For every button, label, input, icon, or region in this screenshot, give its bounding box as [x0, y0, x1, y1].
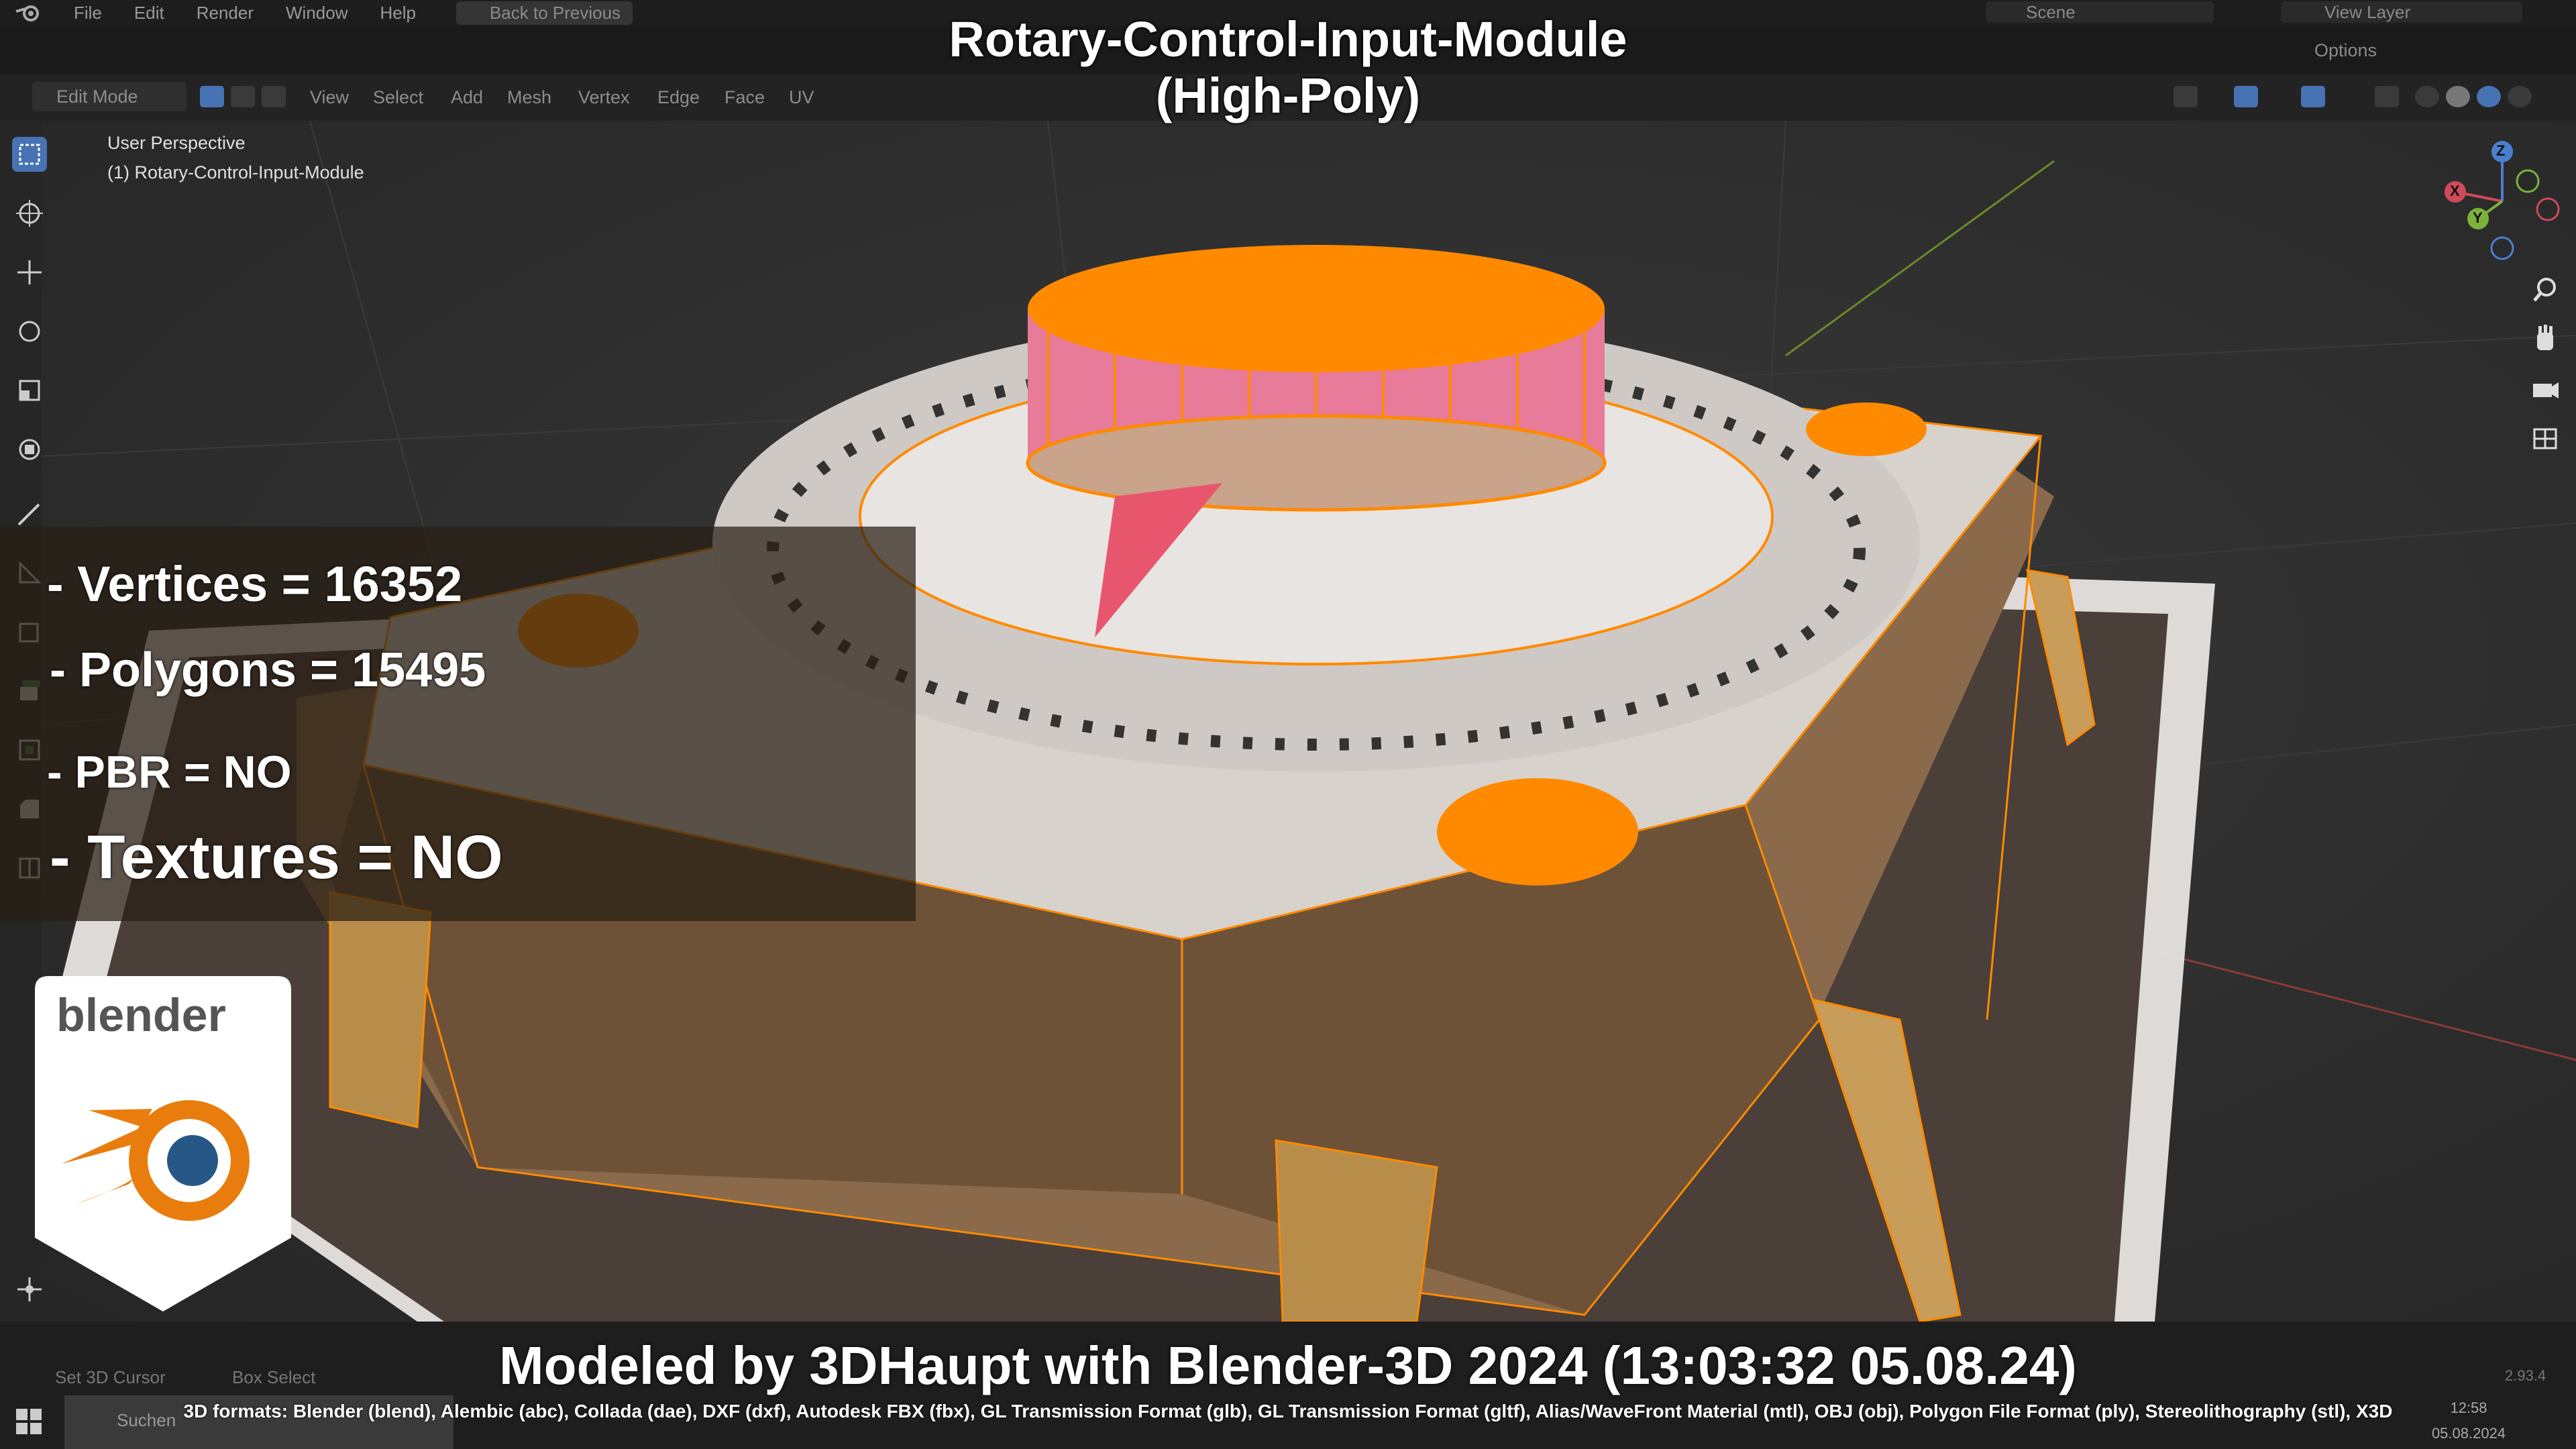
vertices-stat: - Vertices = 16352 — [47, 556, 463, 612]
move-icon[interactable] — [12, 255, 47, 290]
title-line-1: Rotary-Control-Input-Module — [949, 11, 1627, 67]
select-box-icon[interactable] — [12, 137, 47, 172]
rotate-icon[interactable] — [12, 314, 47, 349]
zoom-icon[interactable] — [2526, 271, 2564, 309]
camera-icon[interactable] — [2526, 370, 2564, 408]
textures-stat: - Textures = NO — [50, 823, 503, 892]
gizmo-z-label: Z — [2496, 142, 2506, 159]
scale-icon[interactable] — [12, 373, 47, 408]
credit-line: Modeled by 3DHaupt with Blender-3D 2024 … — [499, 1336, 2077, 1395]
blender-badge: blender — [35, 976, 291, 1311]
transform-icon[interactable] — [12, 432, 47, 467]
pbr-stat: - PBR = NO — [47, 747, 292, 798]
clock-time: 12:58 — [2450, 1399, 2487, 1416]
navigation-gizmo[interactable]: Z X Y — [2442, 134, 2563, 268]
active-object-label: (1) Rotary-Control-Input-Module — [107, 162, 364, 182]
perspective-label: User Perspective — [107, 133, 246, 153]
title-line-2: (High-Poly) — [1155, 68, 1421, 123]
polygons-stat: - Polygons = 15495 — [50, 643, 486, 697]
hand-icon[interactable] — [2526, 321, 2564, 358]
formats-line: 3D formats: Blender (blend), Alembic (ab… — [183, 1401, 2393, 1421]
gizmo-y-label: Y — [2473, 209, 2483, 226]
clock-date: 05.08.2024 — [2431, 1425, 2506, 1442]
gizmo-x-label: X — [2450, 182, 2460, 199]
blender-logo-text: blender — [56, 989, 226, 1041]
grid-icon[interactable] — [2526, 420, 2564, 458]
cursor-icon[interactable] — [12, 196, 47, 231]
